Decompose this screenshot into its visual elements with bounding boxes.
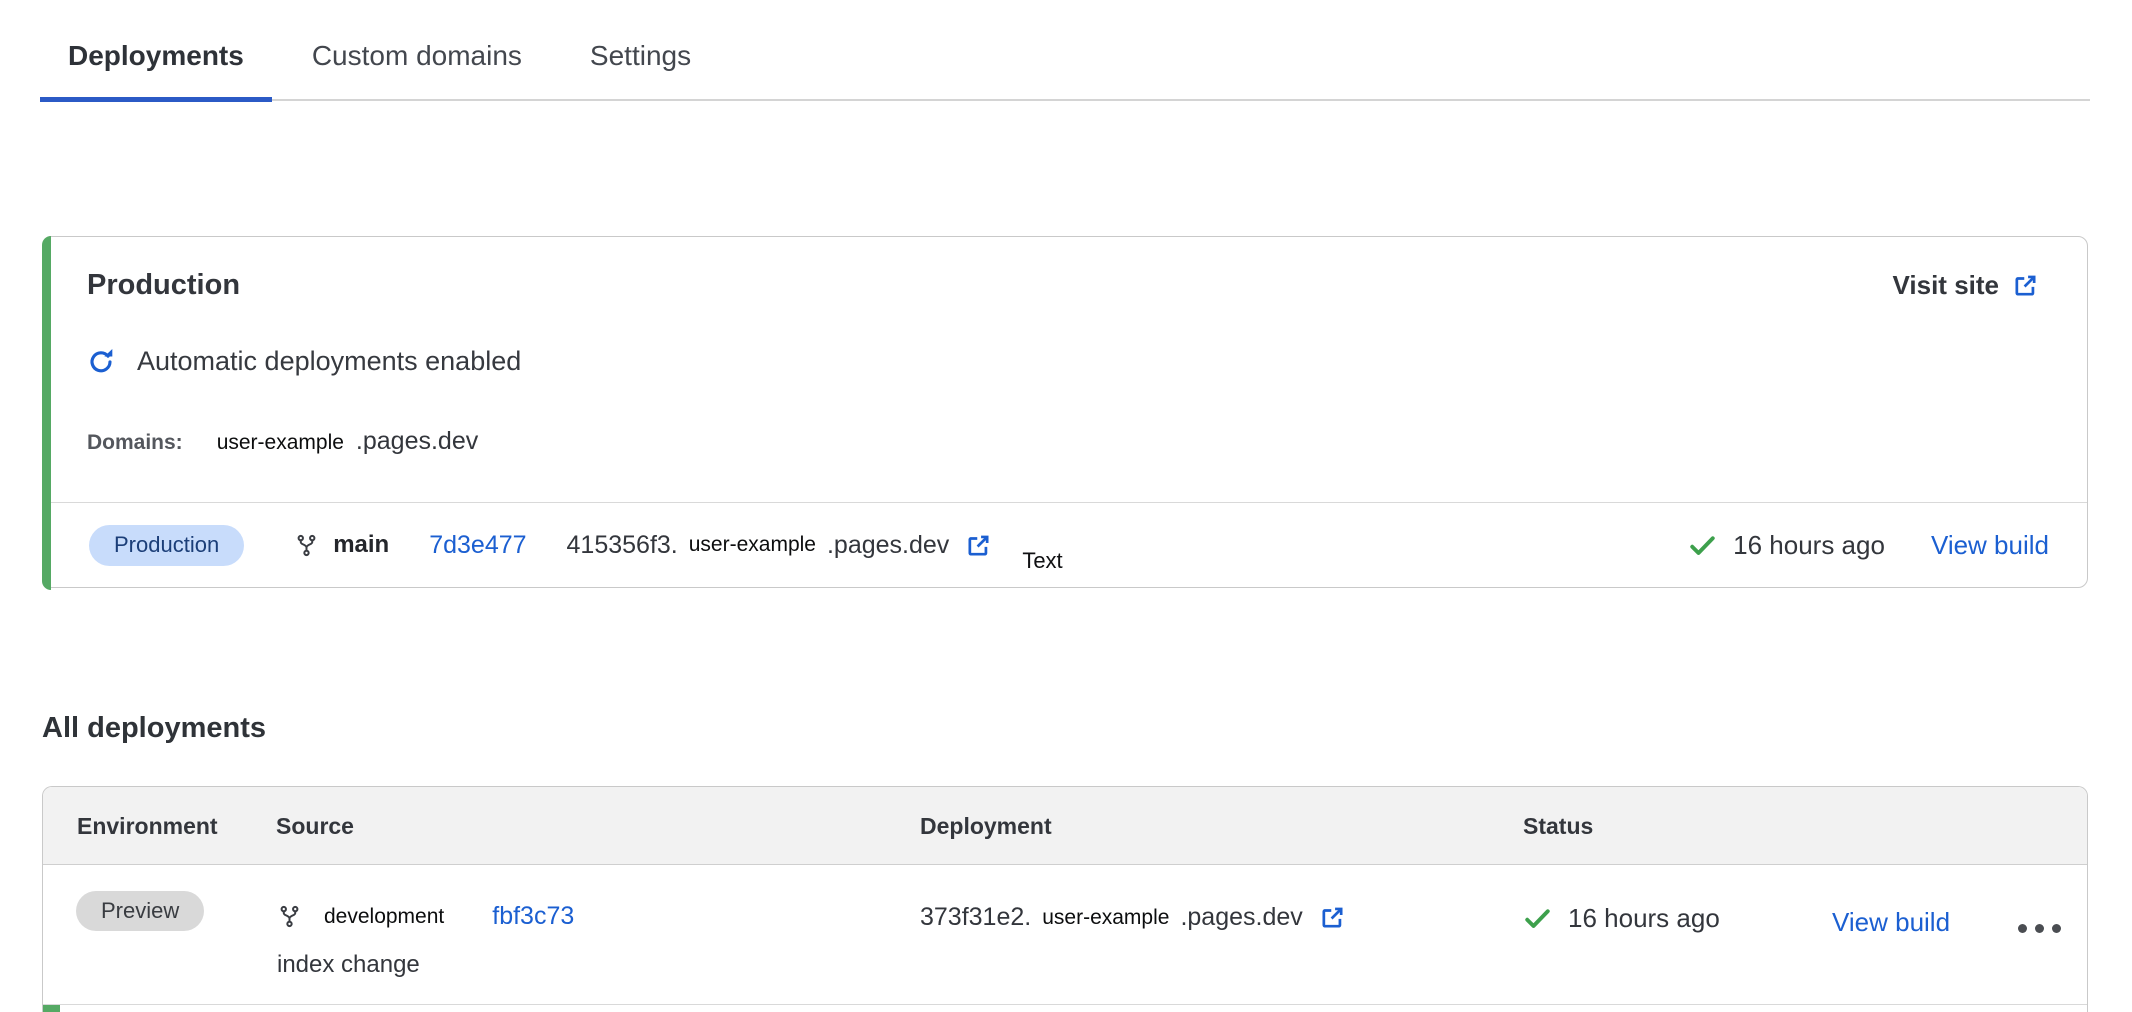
commit-link[interactable]: 7d3e477 [429, 531, 526, 560]
column-header-source: Source [276, 813, 354, 840]
deployment-url-project: user-example [689, 533, 816, 557]
commit-link[interactable]: fbf3c73 [492, 902, 574, 931]
deployment-time: 16 hours ago [1733, 530, 1885, 561]
auto-deployments-text: Automatic deployments enabled [137, 346, 521, 377]
source-cell: development fbf3c73 [277, 902, 574, 931]
production-card: Production Visit site Automatic deployme… [42, 236, 2088, 588]
deployment-note-text: Text [1022, 548, 1062, 574]
production-deployment-row: Production main 7d3e477 415356f3. user-e… [51, 502, 2087, 587]
deployment-url-suffix: .pages.dev [1180, 903, 1302, 932]
check-icon [1523, 904, 1552, 933]
ellipsis-icon [2052, 924, 2061, 933]
deployment-url-link[interactable]: 373f31e2. user-example .pages.dev [920, 903, 1346, 932]
check-icon [1688, 531, 1717, 560]
domain-project-name: user-example [217, 431, 344, 455]
deployment-time: 16 hours ago [1568, 903, 1720, 934]
environment-cell: Preview [76, 898, 204, 924]
domains-row: Domains: user-example .pages.dev [87, 427, 2087, 456]
table-header-row: Environment Source Deployment Status [43, 787, 2087, 865]
deployment-url-hash: 373f31e2. [920, 903, 1031, 932]
external-link-icon [1319, 904, 1346, 931]
view-build-link[interactable]: View build [1832, 907, 1950, 938]
production-accent-bar [42, 236, 51, 590]
deployment-url-link[interactable]: 415356f3. user-example .pages.dev [567, 531, 993, 560]
external-link-icon [965, 532, 992, 559]
deployments-table: Environment Source Deployment Status Pre… [42, 786, 2088, 1012]
branch-name: main [333, 531, 389, 559]
ellipsis-icon [2035, 924, 2044, 933]
domains-label: Domains: [87, 431, 183, 455]
git-branch-icon [277, 904, 302, 929]
column-header-status: Status [1523, 813, 1593, 840]
production-card-title: Production [87, 269, 240, 302]
view-build-link[interactable]: View build [1931, 530, 2049, 561]
column-header-deployment: Deployment [920, 813, 1052, 840]
deployment-status: 16 hours ago [1523, 903, 1720, 934]
tab-bar: Deployments Custom domains Settings [40, 0, 2090, 101]
next-row-green-indicator [43, 1005, 60, 1012]
all-deployments-heading: All deployments [42, 712, 266, 745]
branch-name: development [324, 905, 444, 929]
tab-settings[interactable]: Settings [562, 40, 719, 102]
git-branch-icon [294, 533, 319, 558]
external-link-icon [2012, 272, 2039, 299]
environment-badge-preview: Preview [76, 891, 204, 931]
branch-group: main [294, 531, 389, 559]
tab-deployments[interactable]: Deployments [40, 40, 272, 102]
deployment-url-project: user-example [1042, 906, 1169, 930]
tab-custom-domains[interactable]: Custom domains [284, 40, 550, 102]
production-card-header: Production Visit site [43, 237, 2087, 302]
refresh-icon [87, 348, 115, 376]
auto-deployments-row: Automatic deployments enabled [87, 346, 2087, 377]
deployment-status: 16 hours ago [1688, 530, 1885, 561]
commit-message: index change [277, 951, 420, 979]
column-header-environment: Environment [77, 813, 218, 840]
table-row: Preview development fbf3c73 index change… [43, 865, 2087, 1005]
environment-badge-production: Production [89, 525, 244, 566]
visit-site-link[interactable]: Visit site [1893, 270, 2039, 301]
deployment-url-hash: 415356f3. [567, 531, 678, 560]
deployment-url-suffix: .pages.dev [827, 531, 949, 560]
domain-suffix: .pages.dev [356, 427, 478, 456]
visit-site-label: Visit site [1893, 270, 1999, 301]
ellipsis-icon [2018, 924, 2027, 933]
row-menu-button[interactable] [2016, 918, 2063, 939]
